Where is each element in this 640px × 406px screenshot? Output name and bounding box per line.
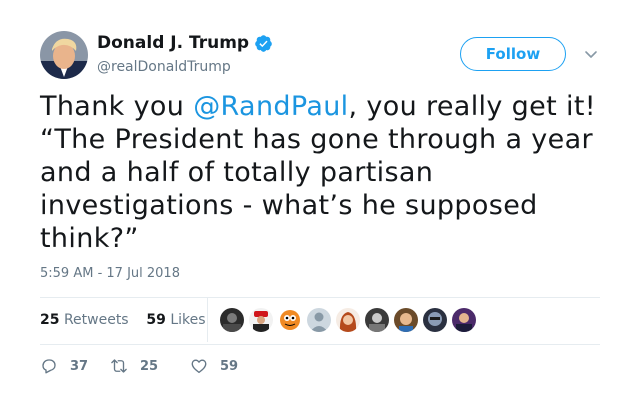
liker-avatar[interactable] [452, 308, 476, 332]
liker-avatar[interactable] [220, 308, 244, 332]
author-name-text: Donald J. Trump [97, 33, 250, 53]
likes-stat[interactable]: 59 Likes [146, 312, 205, 328]
retweet-button[interactable]: 25 [110, 357, 190, 375]
retweets-count: 25 [40, 312, 60, 328]
tweet-timestamp[interactable]: 5:59 AM - 17 Jul 2018 [40, 266, 180, 281]
retweets-stat[interactable]: 25 Retweets [40, 312, 129, 328]
chevron-down-icon[interactable] [584, 46, 598, 60]
liker-avatar[interactable] [365, 308, 389, 332]
like-count: 59 [220, 358, 239, 374]
likes-label: Likes [170, 312, 206, 328]
divider-top [40, 297, 600, 298]
heart-icon [191, 359, 207, 374]
tweet-mention-link[interactable]: @RandPaul [193, 91, 348, 122]
author-display-name[interactable]: Donald J. Trump [97, 33, 273, 53]
follow-button[interactable]: Follow [460, 37, 566, 71]
liker-avatar[interactable] [394, 308, 418, 332]
tweet-stats: 25 Retweets 59 Likes [40, 312, 206, 328]
tweet-text-before: Thank you [40, 91, 194, 122]
stats-separator [207, 298, 208, 342]
author-avatar[interactable] [40, 31, 88, 79]
like-button[interactable]: 59 [190, 357, 260, 375]
liker-avatar[interactable] [307, 308, 331, 332]
retweet-icon [111, 359, 127, 373]
author-handle[interactable]: @realDonaldTrump [97, 59, 231, 75]
divider-bottom [40, 344, 600, 345]
tweet-text: Thank you @RandPaul, you really get it! … [40, 90, 620, 255]
liker-avatars [220, 308, 481, 332]
tweet-actions: 37 25 59 [40, 357, 260, 375]
liker-avatar[interactable] [336, 308, 360, 332]
likes-count: 59 [146, 312, 166, 328]
reply-button[interactable]: 37 [40, 357, 110, 375]
retweet-count: 25 [140, 358, 159, 374]
verified-badge-icon [254, 34, 273, 53]
reply-count: 37 [70, 358, 89, 374]
reply-icon [42, 359, 56, 374]
retweets-label: Retweets [63, 312, 129, 328]
liker-avatar[interactable] [249, 308, 273, 332]
liker-avatar[interactable] [423, 308, 447, 332]
liker-avatar[interactable] [278, 308, 302, 332]
follow-button-label: Follow [485, 45, 541, 63]
